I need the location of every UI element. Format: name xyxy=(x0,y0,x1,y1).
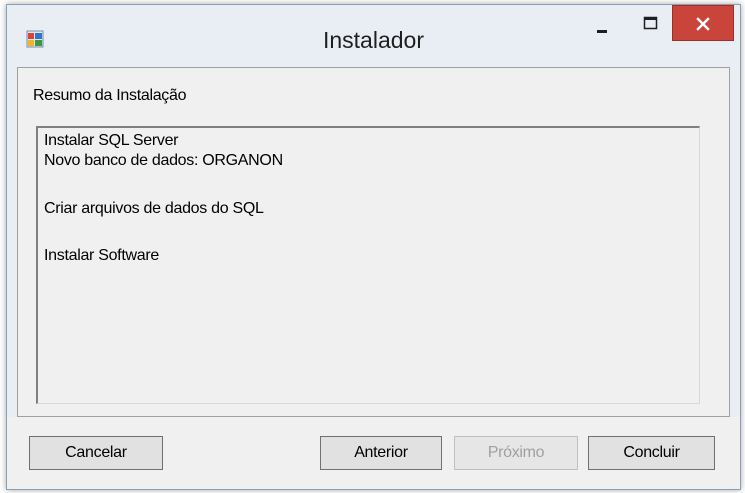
maximize-button[interactable] xyxy=(631,5,671,45)
installer-window: Instalador Resumo da Instalação Instalar… xyxy=(6,4,741,490)
minimize-icon xyxy=(597,30,607,33)
minimize-button[interactable] xyxy=(583,5,623,45)
next-button[interactable]: Próximo xyxy=(454,436,578,470)
installation-summary-box[interactable]: Instalar SQL Server Novo banco de dados:… xyxy=(36,126,700,404)
summary-line: Instalar Software xyxy=(44,247,159,264)
summary-line: Novo banco de dados: ORGANON xyxy=(44,152,283,169)
cancel-button[interactable]: Cancelar xyxy=(29,436,163,470)
title-bar[interactable]: Instalador xyxy=(7,5,740,67)
summary-heading: Resumo da Instalação xyxy=(33,87,187,104)
maximize-icon xyxy=(643,16,658,30)
close-icon xyxy=(696,17,710,31)
close-button[interactable] xyxy=(672,5,734,41)
finish-button[interactable]: Concluir xyxy=(588,436,715,470)
previous-button[interactable]: Anterior xyxy=(320,436,442,470)
summary-line: Instalar SQL Server xyxy=(44,132,179,149)
summary-line: Criar arquivos de dados do SQL xyxy=(44,200,264,217)
